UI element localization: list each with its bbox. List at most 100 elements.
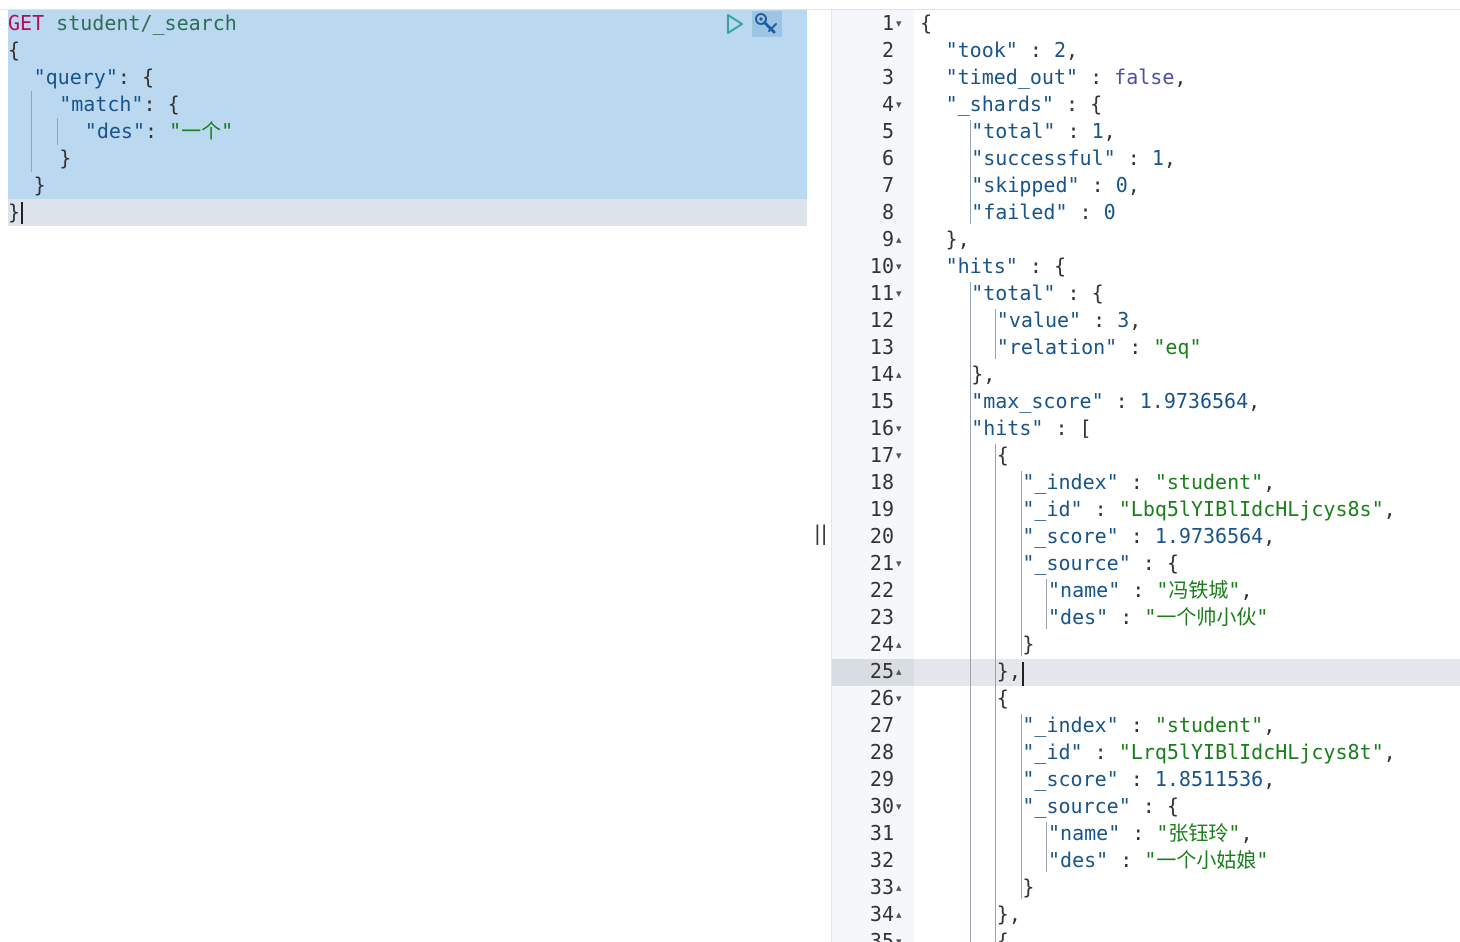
line-number: 35 <box>869 929 894 942</box>
response-code-line: "_id" : "Lrq5lYIBlIdcHLjcys8t", <box>1022 739 1395 766</box>
token-punc: : { <box>1055 281 1104 305</box>
response-code-line: "skipped" : 0, <box>971 172 1140 199</box>
token-num: 0 <box>1103 200 1116 224</box>
line-number: 7 <box>881 173 894 197</box>
token-num: 3 <box>1117 308 1130 332</box>
tools-button[interactable] <box>752 11 782 37</box>
indent-guide <box>1020 714 1022 899</box>
response-code-line: { <box>920 10 932 37</box>
token-key: "max_score" <box>971 389 1104 413</box>
line-number: 21 <box>869 551 894 575</box>
line-number: 13 <box>869 335 894 359</box>
response-code-line: "_source" : { <box>1022 550 1179 577</box>
response-code-line: "successful" : 1, <box>971 145 1176 172</box>
fold-collapse-icon[interactable]: ▾ <box>896 793 908 820</box>
response-code-line: } <box>1022 631 1034 658</box>
response-code-line: "took" : 2, <box>946 37 1078 64</box>
response-code-line: { <box>997 442 1009 469</box>
token-key: "hits" <box>971 416 1044 440</box>
response-viewer[interactable]: 1 ▾{2 "took" : 2, 3 "timed_out" : false, 4 ▾ "_… <box>831 10 1460 942</box>
top-border <box>0 0 1460 10</box>
token-punc: : <box>1115 146 1152 170</box>
token-num: 1.8511536 <box>1154 767 1264 791</box>
request-editor[interactable]: GET student/_search {"query": {"match": … <box>0 10 808 942</box>
token-key: "_index" <box>1022 713 1119 737</box>
token-punc: : <box>1103 389 1140 413</box>
line-number: 5 <box>881 119 894 143</box>
response-code-line: }, <box>946 226 970 253</box>
token-punc: : { <box>1017 254 1067 278</box>
token-punc: } <box>1022 632 1035 656</box>
response-code-line: "_score" : 1.9736564, <box>1022 523 1275 550</box>
token-num: 1.9736564 <box>1154 524 1264 548</box>
request-code-line: "des": "一个" <box>85 118 233 145</box>
fold-collapse-icon[interactable]: ▾ <box>896 442 908 469</box>
line-number: 9 <box>881 227 894 251</box>
fold-collapse-icon[interactable]: ▾ <box>896 550 908 577</box>
response-code-line: "des" : "一个小姑娘" <box>1048 847 1268 874</box>
token-punc: : { <box>1130 794 1179 818</box>
indent-guide <box>1046 822 1048 872</box>
line-number: 25 <box>869 659 894 683</box>
fold-collapse-icon[interactable]: ▾ <box>896 91 908 118</box>
fold-expand-icon[interactable]: ▴ <box>896 361 908 388</box>
response-code-line: "_id" : "Lbq5lYIBlIdcHLjcys8s", <box>1022 496 1395 523</box>
token-bool: false <box>1114 65 1175 89</box>
line-number: 18 <box>869 470 894 494</box>
fold-expand-icon[interactable]: ▴ <box>896 631 908 658</box>
request-code-line: "query": { <box>34 64 154 91</box>
token-key: "failed" <box>971 200 1068 224</box>
token-key: "total" <box>971 119 1056 143</box>
token-punc: } <box>59 146 72 170</box>
line-number: 14 <box>869 362 894 386</box>
fold-expand-icon[interactable]: ▴ <box>896 226 908 253</box>
token-str: "student" <box>1154 713 1264 737</box>
line-number: 3 <box>881 65 894 89</box>
line-number: 11 <box>869 281 894 305</box>
token-punc: : <box>1118 767 1155 791</box>
token-key: "value" <box>996 308 1082 332</box>
line-number: 1 <box>881 11 894 35</box>
run-button[interactable] <box>722 12 746 36</box>
response-code-line: }, <box>997 658 1021 685</box>
fold-collapse-icon[interactable]: ▾ <box>896 685 908 712</box>
fold-collapse-icon[interactable]: ▾ <box>896 928 908 942</box>
token-punc: , <box>1240 578 1253 602</box>
token-str: "一个帅小伙" <box>1144 605 1269 629</box>
request-active-line <box>8 199 807 226</box>
token-key: "skipped" <box>971 173 1080 197</box>
token-str: "Lrq5lYIBlIdcHLjcys8t" <box>1118 740 1384 764</box>
fold-collapse-icon[interactable]: ▾ <box>896 253 908 280</box>
text-cursor <box>1022 662 1024 686</box>
token-num: 1 <box>1151 146 1164 170</box>
line-number: 2 <box>881 38 894 62</box>
token-key: "_score" <box>1022 524 1119 548</box>
fold-collapse-icon[interactable]: ▾ <box>896 280 908 307</box>
response-code-line: "max_score" : 1.9736564, <box>971 388 1260 415</box>
response-code-line: "_index" : "student", <box>1022 469 1275 496</box>
fold-expand-icon[interactable]: ▴ <box>896 901 908 928</box>
response-code-line: "total" : { <box>971 280 1103 307</box>
response-code-line: "des" : "一个帅小伙" <box>1048 604 1268 631</box>
response-code-line: "name" : "冯铁城", <box>1048 577 1253 604</box>
token-key: "relation" <box>996 335 1118 359</box>
divider-resize-handle[interactable]: || <box>814 518 827 548</box>
token-str: "张钰玲" <box>1156 821 1241 845</box>
fold-collapse-icon[interactable]: ▾ <box>896 415 908 442</box>
request-code-line: } <box>59 145 71 172</box>
token-punc: : { <box>1053 92 1103 116</box>
token-punc: , <box>1263 713 1276 737</box>
fold-expand-icon[interactable]: ▴ <box>896 658 908 685</box>
line-number: 28 <box>869 740 894 764</box>
token-punc: , <box>1127 173 1140 197</box>
token-punc: { <box>996 443 1009 467</box>
token-punc: : <box>1118 524 1155 548</box>
token-str: "eq" <box>1153 335 1202 359</box>
token-punc: : <box>145 119 170 143</box>
fold-collapse-icon[interactable]: ▾ <box>896 10 908 37</box>
token-punc: }, <box>996 902 1021 926</box>
line-number: 31 <box>869 821 894 845</box>
fold-expand-icon[interactable]: ▴ <box>896 874 908 901</box>
token-punc: , <box>1383 497 1396 521</box>
response-code-line: "_index" : "student", <box>1022 712 1275 739</box>
